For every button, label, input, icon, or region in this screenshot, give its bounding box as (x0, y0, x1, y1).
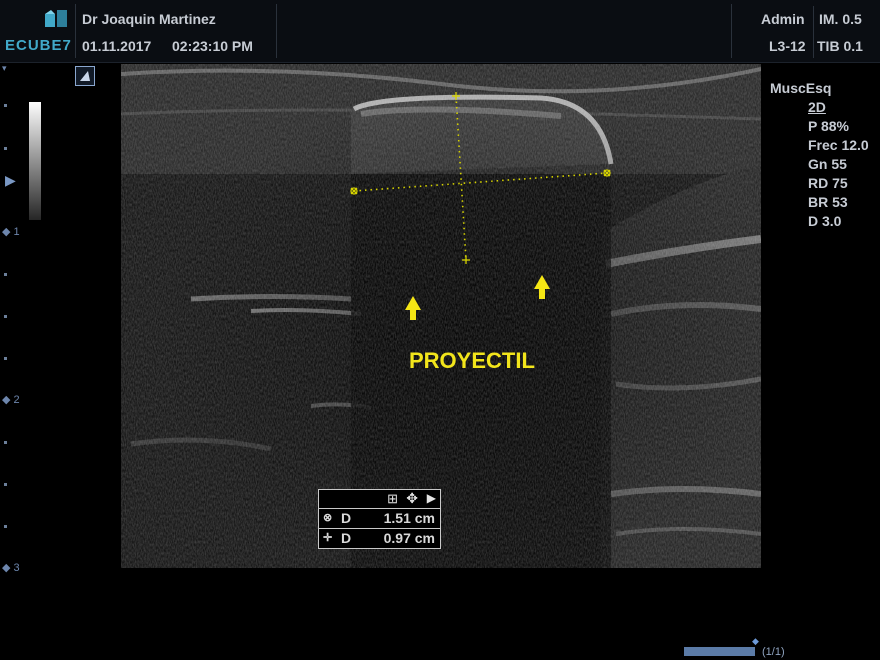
doctor-name: Dr Joaquin Martinez (82, 11, 216, 27)
ecube7-logo: ECUBE7 (5, 8, 73, 54)
probe-name: L3-12 (769, 38, 806, 54)
depth-value: 3 (13, 562, 20, 574)
ultrasound-image[interactable] (121, 64, 761, 568)
move-icon[interactable]: ✥ (406, 490, 418, 507)
br-value: BR 53 (808, 194, 848, 210)
user-name: Admin (761, 11, 805, 27)
grayscale-bar (29, 102, 41, 220)
ultrasound-texture (121, 64, 761, 568)
cine-progress-bar[interactable] (684, 647, 755, 656)
depth-tick (4, 104, 7, 107)
measurement-box[interactable]: ⊞ ✥ ▶ ⊗ D 1.51 cm ✛ D 0.97 cm (318, 489, 441, 549)
header-divider (731, 4, 732, 58)
measurement-row: ✛ D 0.97 cm (319, 529, 440, 548)
annotation-label[interactable]: PROYECTIL (409, 348, 535, 374)
header-divider (75, 4, 76, 58)
page-indicator: (1/1) (762, 646, 785, 658)
preset-name: MuscEsq (770, 80, 832, 96)
imaging-parameters: MuscEsq 2D P 88% Frec 12.0 Gn 55 RD 75 B… (770, 79, 869, 231)
measurement-header: ⊞ ✥ ▶ (319, 490, 440, 509)
depth-value: D 3.0 (808, 213, 842, 229)
measurement-row: ⊗ D 1.51 cm (319, 509, 440, 529)
header-divider (276, 4, 277, 58)
logo-text: ECUBE7 (5, 37, 72, 54)
caliper-plus-icon: ✛ (323, 532, 333, 544)
frequency-value: Frec 12.0 (808, 137, 869, 153)
depth-label-2: ◆ 2 (2, 394, 20, 406)
grid-icon[interactable]: ⊞ (387, 491, 398, 507)
depth-tick (4, 315, 7, 318)
exam-date: 01.11.2017 (82, 38, 152, 54)
logo-mark-icon (45, 10, 67, 27)
depth-label-1: ◆ 1 (2, 226, 20, 238)
dynamic-range-value: RD 75 (808, 175, 848, 191)
depth-tick (4, 357, 7, 360)
measurement-value: 0.97 cm (383, 530, 435, 546)
measurement-type: D (341, 510, 352, 526)
caliper-x-icon: ⊗ (323, 512, 333, 524)
depth-tick (4, 273, 7, 276)
mechanical-index: IM. 0.5 (819, 11, 862, 27)
depth-label-3: ◆ 3 (2, 562, 20, 574)
measurement-value: 1.51 cm (383, 510, 435, 526)
expand-arrow-icon[interactable]: ▶ (427, 491, 436, 505)
measurement-type: D (341, 530, 352, 546)
depth-tick (4, 441, 7, 444)
focus-marker-icon[interactable]: ▶ (5, 172, 16, 189)
thermal-index: TIB 0.1 (817, 38, 863, 54)
depth-tick (4, 525, 7, 528)
power-value: P 88% (808, 118, 849, 134)
gain-value: Gn 55 (808, 156, 847, 172)
scale-top-marker-icon: ▾ (2, 63, 7, 73)
depth-value: 2 (13, 394, 20, 406)
depth-tick (4, 147, 7, 150)
cine-marker-icon[interactable]: ◆ (752, 636, 759, 647)
orientation-marker-icon[interactable] (75, 66, 95, 86)
imaging-mode[interactable]: 2D (770, 98, 869, 117)
depth-value: 1 (13, 226, 20, 238)
exam-time: 02:23:10 PM (172, 38, 253, 54)
header-divider (813, 6, 814, 58)
depth-tick (4, 483, 7, 486)
